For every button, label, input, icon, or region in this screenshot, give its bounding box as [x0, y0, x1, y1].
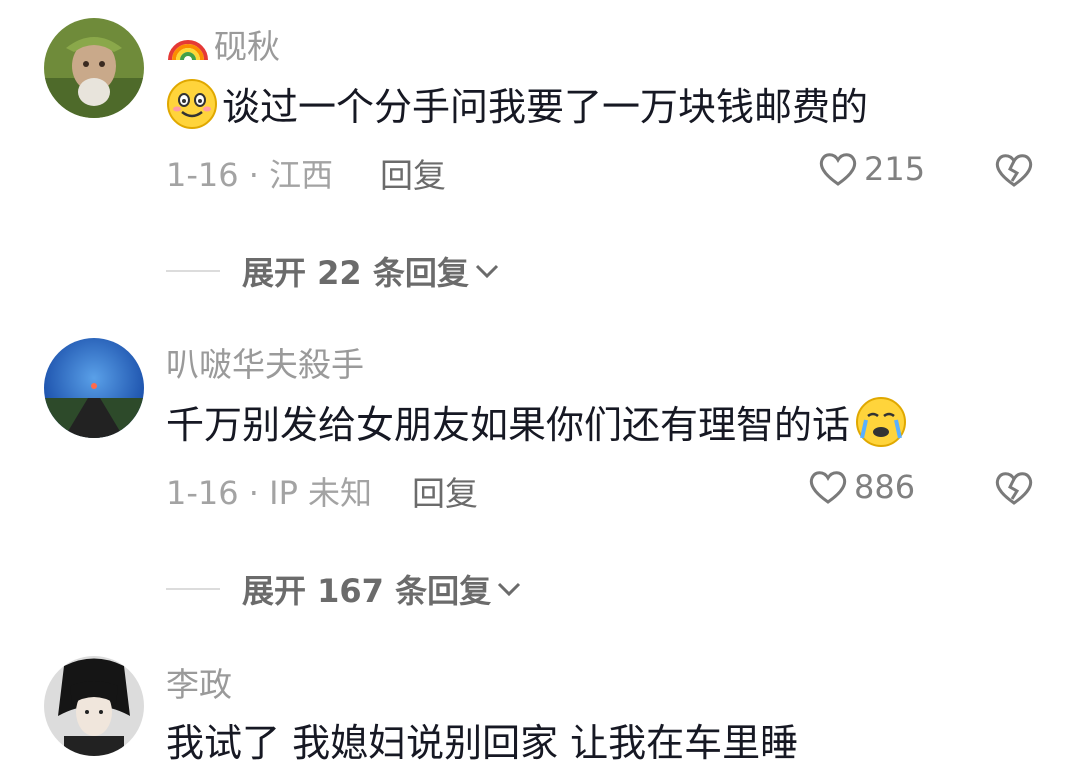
heart-icon	[809, 471, 847, 504]
divider-line	[166, 270, 220, 272]
expand-replies-button[interactable]: 展开 167 条回复	[166, 566, 523, 612]
expand-replies-button[interactable]: 展开 22 条回复	[166, 248, 501, 294]
comment-text-content: 千万别发给女朋友如果你们还有理智的话	[166, 403, 851, 447]
comment-text-content: 我试了 我媳妇说别回家 让我在车里睡	[166, 721, 799, 765]
comment-text-content: 谈过一个分手问我要了一万块钱邮费的	[222, 85, 869, 129]
broken-heart-icon	[995, 472, 1033, 505]
like-count: 886	[854, 468, 916, 506]
chevron-down-icon	[498, 582, 521, 597]
dislike-button[interactable]	[994, 470, 1034, 510]
reply-button[interactable]: 回复	[380, 149, 446, 197]
heart-icon	[819, 153, 857, 186]
expand-replies-label: 展开 22 条回复	[242, 254, 469, 292]
comment-text: 千万别发给女朋友如果你们还有理智的话	[166, 394, 908, 449]
broken-heart-icon	[995, 154, 1033, 187]
avatar[interactable]	[44, 656, 144, 756]
rainbow-emoji-icon	[168, 40, 208, 61]
comment-meta: 1-16 · IP 未知	[166, 474, 373, 512]
like-button[interactable]: 886	[808, 468, 915, 506]
like-button[interactable]: 215	[818, 150, 925, 188]
reply-button[interactable]: 回复	[412, 467, 478, 515]
username-text: 砚秋	[214, 27, 280, 66]
avatar[interactable]	[44, 338, 144, 438]
chevron-down-icon	[475, 264, 498, 279]
comment-text: 我试了 我媳妇说别回家 让我在车里睡	[166, 712, 798, 767]
avatar[interactable]	[44, 18, 144, 118]
expand-replies-label: 展开 167 条回复	[242, 572, 492, 610]
comment-text: 谈过一个分手问我要了一万块钱邮费的	[166, 76, 868, 131]
username[interactable]: 砚秋	[166, 20, 280, 68]
like-count: 215	[864, 150, 926, 188]
dislike-button[interactable]	[994, 152, 1034, 192]
username[interactable]: 叭啵华夫殺手	[166, 338, 364, 386]
comment-meta: 1-16 · 江西	[166, 156, 334, 194]
username[interactable]: 李政	[166, 658, 232, 706]
smile-emoji-icon	[167, 78, 217, 129]
divider-line	[166, 588, 220, 590]
crying-emoji-icon	[856, 396, 907, 447]
